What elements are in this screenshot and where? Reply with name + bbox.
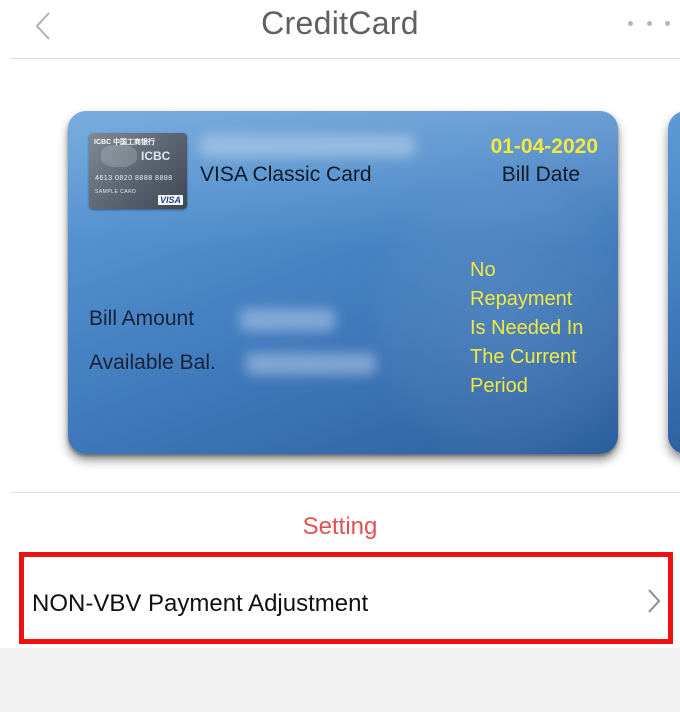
more-horizontal-icon [628,20,633,26]
next-card-peek[interactable] [668,111,680,454]
page-title: CreditCard [261,5,419,41]
card-thumbnail: ICBC 中国工商银行 ICBC 4613 0820 8888 8888 SAM… [89,133,187,209]
thumbnail-bank-text: ICBC 中国工商银行 [94,139,156,146]
thumbnail-sample-text: SAMPLE CARD [95,189,137,195]
chevron-right-icon [648,589,661,613]
visa-logo: VISA [157,195,183,205]
card-carousel[interactable]: ICBC 中国工商银行 ICBC 4613 0820 8888 8888 SAM… [0,59,680,491]
top-bar: CreditCard [0,0,680,58]
more-horizontal-icon [646,20,652,26]
non-vbv-payment-adjustment-row[interactable]: NON-VBV Payment Adjustment [19,552,673,644]
world-map-graphic [101,145,137,167]
bill-date-value: 01-04-2020 [490,135,598,158]
section-divider [10,492,680,493]
thumbnail-brand-text: ICBC [141,149,171,163]
footer-area [0,648,680,712]
card-number-redacted [200,135,415,157]
more-horizontal-icon [665,20,670,26]
repayment-status-line: Is Needed In [470,317,584,339]
available-balance-redacted [246,353,376,375]
bill-amount-label: Bill Amount [89,307,195,330]
more-button[interactable] [628,8,670,38]
repayment-status-line: The Current [470,346,577,368]
bill-date-label: Bill Date [501,163,580,186]
bill-amount-redacted [240,309,335,331]
repayment-status-line: Period [470,375,528,397]
credit-card[interactable]: ICBC 中国工商银行 ICBC 4613 0820 8888 8888 SAM… [68,111,618,454]
settings-item-label: NON-VBV Payment Adjustment [32,590,369,617]
repayment-status-line: Repayment [470,288,573,310]
tab-setting[interactable]: Setting [0,513,680,541]
card-name: VISA Classic Card [200,163,372,186]
thumbnail-number-text: 4613 0820 8888 8888 [95,175,173,182]
repayment-status-line: No [470,259,496,281]
repayment-status: No Repayment Is Needed In The Current Pe… [470,256,610,401]
available-balance-label: Available Bal. [89,351,216,374]
